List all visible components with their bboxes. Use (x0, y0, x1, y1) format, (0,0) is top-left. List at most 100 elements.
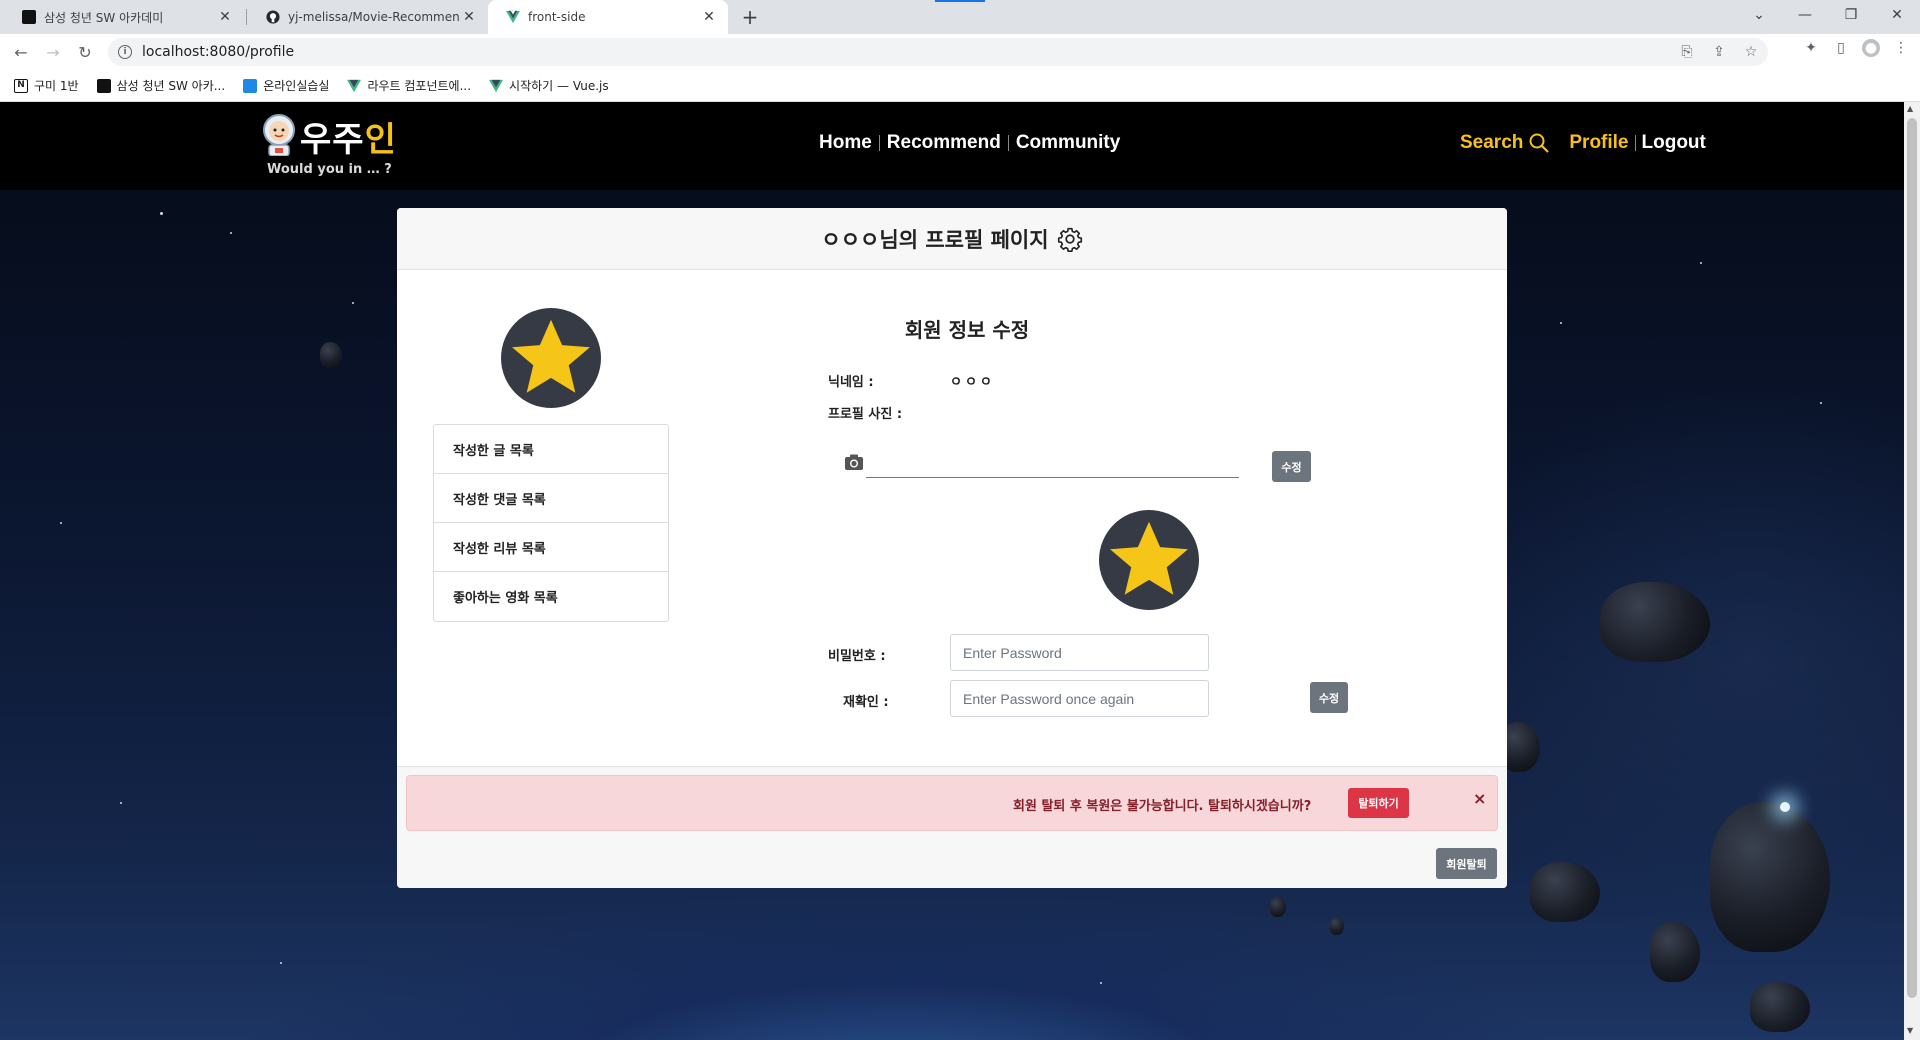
bookmark-item[interactable]: 온라인실습실 (243, 77, 329, 94)
nav-home-link[interactable]: Home (812, 132, 879, 154)
ssafy-favicon-icon (96, 78, 111, 93)
browser-tabbar: 삼성 청년 SW 아카데미 ✕ yj-melissa/Movie-Recomme… (0, 0, 1920, 34)
withdraw-alert: 회원 탈퇴 후 복원은 불가능합니다. 탈퇴하시겠습니까? 탈퇴하기 × (406, 775, 1498, 831)
scrollbar-thumb[interactable] (1907, 118, 1917, 998)
withdraw-button[interactable]: 회원탈퇴 (1436, 848, 1497, 879)
password-submit-button[interactable]: 수정 (1310, 682, 1348, 713)
edit-section-title: 회원 정보 수정 (904, 318, 1030, 342)
star-decoration (280, 962, 282, 964)
profile-avatar-icon[interactable]: ● (1862, 39, 1880, 57)
password-input[interactable]: Enter Password (950, 634, 1209, 671)
scroll-up-arrow-icon[interactable]: ▲ (1907, 104, 1913, 113)
browser-tab-front-side[interactable]: front-side ✕ (488, 0, 728, 34)
star-icon (1110, 521, 1188, 595)
github-icon (266, 10, 280, 24)
avatar (501, 308, 601, 408)
ssafy-favicon-icon (22, 10, 36, 24)
restore-button[interactable]: ❐ (1828, 0, 1874, 30)
asteroid-decoration (320, 342, 342, 368)
main-nav: Home Recommend Community (812, 132, 1127, 154)
nav-community-link[interactable]: Community (1009, 132, 1128, 154)
reload-button[interactable]: ↻ (72, 39, 98, 65)
bookmark-star-icon[interactable]: ☆ (1742, 43, 1760, 61)
nav-recommend-link[interactable]: Recommend (880, 132, 1008, 154)
star-decoration (352, 302, 354, 304)
star-icon (512, 319, 590, 393)
astronaut-icon (263, 114, 295, 156)
asteroid-decoration (1650, 922, 1700, 982)
browser-tab-github[interactable]: yj-melissa/Movie-Recommend-T ✕ (248, 0, 488, 34)
minimize-button[interactable]: — (1782, 0, 1828, 30)
photo-submit-button[interactable]: 수정 (1272, 451, 1311, 482)
asteroid-decoration (1330, 917, 1344, 935)
scroll-down-arrow-icon[interactable]: ▼ (1907, 1026, 1913, 1035)
asteroid-decoration (1270, 897, 1286, 917)
menu-item-my-reviews[interactable]: 작성한 리뷰 목록 (434, 523, 668, 572)
notion-icon: N (14, 78, 28, 93)
password-confirm-input[interactable]: Enter Password once again (950, 680, 1209, 717)
side-panel-icon[interactable]: ▯ (1832, 39, 1850, 57)
browser-tab-ssafy[interactable]: 삼성 청년 SW 아카데미 ✕ (4, 0, 244, 34)
profile-card: ㅇㅇㅇ님의 프로필 페이지 작성한 글 목록 작성한 댓글 목록 작성한 리뷰 … (397, 208, 1507, 888)
share-icon[interactable]: ⇪ (1710, 43, 1728, 61)
withdraw-confirm-button[interactable]: 탈퇴하기 (1348, 788, 1409, 818)
nav-logout-link[interactable]: Logout (1636, 132, 1712, 154)
translate-icon[interactable]: ⎘ (1678, 43, 1696, 61)
close-window-button[interactable]: ✕ (1874, 0, 1920, 30)
nav-profile-link[interactable]: Profile (1563, 132, 1634, 154)
menu-kebab-icon[interactable]: ⋮ (1892, 39, 1910, 57)
page-title: ㅇㅇㅇ님의 프로필 페이지 (821, 227, 1049, 252)
bookmark-item[interactable]: 라우트 컴포넌트에... (347, 77, 471, 94)
star-decoration (1700, 262, 1702, 264)
lab-favicon-icon (243, 78, 258, 93)
menu-item-my-posts[interactable]: 작성한 글 목록 (434, 425, 668, 474)
bookmark-item[interactable]: 시작하기 — Vue.js (489, 77, 609, 94)
logo-text: 우주인 (300, 120, 397, 160)
star-decoration (1820, 402, 1822, 404)
nav-search-link[interactable]: Search (1454, 132, 1563, 154)
site-logo[interactable]: 우주인 Would you in … ? (260, 112, 400, 182)
close-icon[interactable]: ✕ (216, 9, 234, 25)
address-bar[interactable]: i localhost:8080/profile ⎘ ⇪ ☆ (108, 38, 1768, 66)
star-decoration (1560, 322, 1562, 324)
menu-item-my-comments[interactable]: 작성한 댓글 목록 (434, 474, 668, 523)
logo-tagline: Would you in … ? (267, 162, 392, 177)
password-label: 비밀번호 : (828, 649, 886, 664)
vue-icon (506, 10, 520, 24)
avatar-preview (1099, 510, 1199, 610)
back-button[interactable]: ← (8, 39, 34, 65)
tab-divider (246, 9, 247, 25)
gear-icon[interactable] (1057, 226, 1083, 252)
forward-button[interactable]: → (40, 39, 66, 65)
profile-card-header: ㅇㅇㅇ님의 프로필 페이지 (397, 208, 1507, 270)
star-decoration (1100, 982, 1102, 984)
star-decoration (120, 802, 122, 804)
site-info-icon[interactable]: i (118, 45, 132, 59)
profile-photo-label: 프로필 사진 : (828, 407, 903, 422)
bookmark-item[interactable]: N 구미 1반 (14, 77, 79, 94)
close-icon[interactable]: ✕ (700, 9, 718, 25)
star-decoration (160, 212, 163, 215)
star-decoration (230, 232, 232, 234)
space-background: 우주인 Would you in … ? Home Recommend Comm… (0, 102, 1904, 1040)
bookmarks-bar: N 구미 1반 삼성 청년 SW 아카... 온라인실습실 라우트 컴포넌트에.… (0, 70, 1920, 102)
vue-icon (489, 79, 504, 92)
asteroid-decoration (1750, 982, 1810, 1032)
close-icon[interactable]: × (1473, 789, 1486, 808)
star-decoration (60, 522, 62, 524)
nickname-label: 닉네임 : (828, 375, 874, 390)
profile-photo-file-input[interactable] (866, 477, 1239, 478)
close-icon[interactable]: ✕ (460, 9, 478, 25)
profile-menu: 작성한 글 목록 작성한 댓글 목록 작성한 리뷰 목록 좋아하는 영화 목록 (433, 424, 669, 622)
new-tab-button[interactable]: + (737, 4, 763, 30)
nickname-value: ㅇㅇㅇ (950, 375, 995, 390)
page-scrollbar[interactable]: ▲ ▼ (1904, 102, 1920, 1040)
extensions-icon[interactable]: ✦ (1802, 39, 1820, 57)
asteroid-decoration (1710, 802, 1830, 952)
bookmark-item[interactable]: 삼성 청년 SW 아카... (96, 77, 225, 94)
menu-item-liked-movies[interactable]: 좋아하는 영화 목록 (434, 572, 668, 621)
search-icon (1529, 133, 1550, 153)
tab-search-icon[interactable]: ⌄ (1736, 0, 1782, 30)
camera-icon[interactable] (844, 453, 864, 471)
vue-icon (347, 79, 362, 92)
